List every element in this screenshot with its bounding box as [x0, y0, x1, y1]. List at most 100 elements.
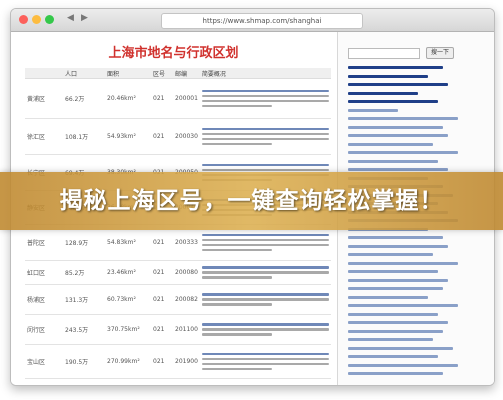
description-line [201, 266, 329, 269]
area-cell: 60.73km² [105, 284, 151, 315]
sidebar-link[interactable] [348, 244, 448, 248]
minimize-window-button[interactable] [32, 15, 41, 24]
description-line [201, 233, 329, 237]
sidebar-link[interactable] [348, 159, 438, 163]
sidebar-link[interactable] [348, 338, 433, 341]
column-header [25, 68, 63, 79]
table-row: 宝山区 190.5万 270.99km² 021 201900 [25, 344, 331, 379]
sidebar-link[interactable] [348, 278, 448, 282]
description-cell [199, 314, 331, 345]
sidebar-link[interactable] [348, 134, 448, 137]
postcode-cell: 200082 [173, 284, 200, 315]
area-cell: 370.75km² [105, 314, 151, 345]
sidebar-link[interactable] [348, 355, 438, 358]
sidebar-link[interactable] [348, 253, 433, 256]
sidebar-link[interactable] [348, 236, 443, 239]
sidebar-link[interactable] [348, 372, 443, 375]
sidebar-link[interactable] [348, 117, 458, 120]
area-code-cell: 021 [151, 260, 173, 285]
description-line [201, 142, 272, 146]
postcode-cell: 201900 [173, 344, 200, 379]
sidebar-link[interactable] [348, 168, 448, 171]
sidebar-link[interactable] [348, 142, 433, 146]
area-code-cell: 021 [151, 344, 173, 379]
sidebar-link[interactable] [348, 287, 443, 290]
table-row: 虹口区 85.2万 23.46km² 021 200080 [25, 260, 331, 285]
description-cell [199, 78, 331, 119]
sidebar-link[interactable] [348, 329, 443, 333]
area-code-cell: 021 [151, 314, 173, 345]
area-cell: 23.46km² [105, 260, 151, 285]
sidebar-link[interactable] [348, 270, 438, 273]
sidebar-search-input[interactable] [348, 48, 420, 59]
district-name-link[interactable]: 宝山区 [25, 344, 63, 379]
description-line [201, 99, 329, 103]
area-code-cell: 021 [151, 78, 173, 119]
description-line [201, 248, 272, 252]
sidebar-link[interactable] [348, 312, 438, 316]
table-header-row: 人口 面积 区号 邮编 简要概况 [25, 68, 331, 79]
description-line [201, 104, 272, 108]
column-header: 邮编 [173, 68, 200, 79]
population-cell: 66.2万 [63, 78, 105, 119]
description-line [201, 357, 329, 361]
sidebar-link[interactable] [348, 91, 418, 95]
district-name-link[interactable]: 黄浦区 [25, 78, 63, 119]
sidebar-link[interactable] [348, 125, 443, 129]
zoom-window-button[interactable] [45, 15, 54, 24]
column-header: 简要概况 [199, 68, 331, 79]
table-row: 杨浦区 131.3万 60.73km² 021 200082 [25, 284, 331, 315]
column-header: 区号 [151, 68, 173, 79]
description-line [201, 303, 272, 306]
sidebar-link[interactable] [348, 74, 428, 78]
description-line [201, 168, 329, 172]
sidebar-link[interactable] [348, 108, 398, 112]
description-line [201, 243, 329, 247]
district-name-link[interactable]: 闵行区 [25, 314, 63, 345]
description-line [201, 362, 329, 366]
sidebar-link[interactable] [348, 321, 448, 324]
sidebar-link[interactable] [348, 100, 438, 103]
description-line [201, 94, 329, 98]
description-line [201, 352, 329, 356]
district-name-link[interactable]: 徐汇区 [25, 118, 63, 155]
description-line [201, 298, 329, 301]
sidebar-link[interactable] [348, 151, 458, 154]
sidebar-link[interactable] [348, 363, 458, 367]
banner-headline: 揭秘上海区号，一键查询轻松掌握！ [59, 188, 444, 214]
description-line [201, 323, 329, 326]
description-line [201, 132, 329, 136]
population-cell: 85.2万 [63, 260, 105, 285]
sidebar-link[interactable] [348, 295, 428, 299]
sidebar-link[interactable] [348, 346, 453, 350]
table-row: 黄浦区 66.2万 20.46km² 021 200001 [25, 78, 331, 119]
area-cell: 20.46km² [105, 78, 151, 119]
column-header: 人口 [63, 68, 105, 79]
postcode-cell: 200001 [173, 78, 200, 119]
sidebar-search-button[interactable]: 搜一下 [426, 47, 454, 59]
description-line [201, 333, 272, 336]
population-cell: 190.5万 [63, 344, 105, 379]
description-line [201, 276, 272, 279]
description-line [201, 163, 329, 167]
title-bar: ◀ ▶ https://www.shmap.com/shanghai [11, 9, 494, 32]
back-icon[interactable]: ◀ [67, 13, 74, 23]
description-line [201, 328, 329, 331]
district-name-link[interactable]: 虹口区 [25, 260, 63, 285]
sidebar-link[interactable] [348, 83, 448, 86]
description-line [201, 238, 329, 242]
description-line [201, 89, 329, 93]
area-cell: 270.99km² [105, 344, 151, 379]
sidebar-link[interactable] [348, 66, 443, 69]
address-bar[interactable]: https://www.shmap.com/shanghai [161, 13, 363, 29]
description-cell [199, 344, 331, 379]
sidebar-link[interactable] [348, 304, 458, 307]
district-name-link[interactable]: 杨浦区 [25, 284, 63, 315]
table-row: 闵行区 243.5万 370.75km² 021 201100 [25, 314, 331, 345]
sidebar-link[interactable] [348, 261, 458, 265]
close-window-button[interactable] [19, 15, 28, 24]
description-cell [199, 284, 331, 315]
population-cell: 108.1万 [63, 118, 105, 155]
forward-icon[interactable]: ▶ [81, 13, 88, 23]
postcode-cell: 201100 [173, 314, 200, 345]
